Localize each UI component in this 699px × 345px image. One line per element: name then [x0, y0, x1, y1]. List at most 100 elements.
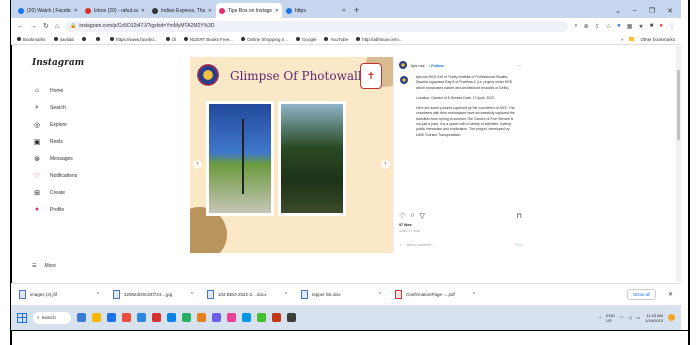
- close-icon[interactable]: ✕: [74, 8, 78, 14]
- browser-tab[interactable]: https ✕: [283, 3, 349, 18]
- wifi-icon[interactable]: ◠: [620, 315, 624, 320]
- bookmark-item[interactable]: [96, 37, 102, 41]
- forward-icon[interactable]: →: [30, 23, 37, 30]
- close-icon[interactable]: ✕: [275, 8, 279, 14]
- close-window-icon[interactable]: ✕: [667, 7, 673, 15]
- profile-avatar-icon[interactable]: ●: [659, 23, 663, 29]
- bookmark-item[interactable]: navitab: [53, 37, 74, 42]
- taskbar-app-icon[interactable]: [212, 313, 221, 322]
- bookmark-icon[interactable]: ★: [638, 23, 643, 30]
- battery-icon[interactable]: ▭: [636, 315, 640, 320]
- sidepanel-icon[interactable]: ■: [650, 23, 654, 29]
- taskbar-app-icon[interactable]: [77, 313, 86, 322]
- taskbar-app-icon[interactable]: [182, 313, 191, 322]
- chevron-right-icon[interactable]: »: [621, 37, 624, 42]
- nav-item-notifications[interactable]: ♡ Notifications: [22, 167, 132, 184]
- nav-item-explore[interactable]: ◎ Explore: [22, 116, 132, 133]
- taskbar-app-icon[interactable]: [242, 313, 251, 322]
- chevron-up-icon[interactable]: ^: [191, 292, 203, 298]
- likes-count[interactable]: 97 likes: [399, 223, 412, 227]
- nav-item-create[interactable]: ⊞ Create: [22, 184, 132, 201]
- new-tab-button[interactable]: +: [350, 3, 363, 18]
- next-arrow-icon[interactable]: ›: [381, 160, 390, 169]
- share-icon[interactable]: ⇪: [595, 23, 600, 30]
- volume-icon[interactable]: ◁: [628, 315, 631, 320]
- bookmark-item[interactable]: http://abhinav.onm...: [356, 37, 403, 42]
- notification-icon[interactable]: [668, 314, 675, 321]
- maximize-icon[interactable]: ❐: [649, 7, 655, 15]
- bookmark-item[interactable]: YouTube: [324, 37, 348, 42]
- close-icon[interactable]: ✕: [208, 8, 212, 14]
- back-icon[interactable]: ←: [17, 23, 24, 30]
- follow-button[interactable]: • Follow: [429, 63, 444, 68]
- taskbar-app-icon[interactable]: [107, 313, 116, 322]
- star-icon[interactable]: ☆: [606, 23, 611, 30]
- chevron-up-icon[interactable]: ^: [599, 315, 601, 320]
- bookmark-item[interactable]: Bookmarks: [17, 37, 46, 42]
- nav-item-home[interactable]: ⌂ Home: [22, 82, 132, 99]
- bookmark-item[interactable]: [82, 37, 88, 41]
- reload-icon[interactable]: ↻: [43, 22, 49, 30]
- browser-tab[interactable]: Inbox (20) - rahul.rahtmud ✕: [82, 3, 148, 18]
- like-icon[interactable]: ♡: [399, 212, 405, 220]
- minimize-icon[interactable]: –: [633, 7, 637, 15]
- share-icon[interactable]: ▽: [420, 212, 425, 220]
- show-all-button[interactable]: Show all: [626, 289, 656, 300]
- chevron-up-icon[interactable]: ^: [473, 292, 485, 298]
- url-field[interactable]: 🔒 instagram.com/p/Co5O12t4TJ/?igshid=YmM…: [65, 20, 569, 32]
- menu-icon[interactable]: ⋮: [669, 23, 675, 30]
- browser-tab[interactable]: (20) Watch | Facebook ✕: [15, 3, 81, 18]
- windows-start-icon[interactable]: [17, 312, 27, 323]
- download-item[interactable]: ConfirmationPage-....pdf ^: [395, 290, 485, 299]
- more-button[interactable]: ☰ More: [32, 263, 56, 269]
- zoom-icon[interactable]: ⊕: [584, 23, 589, 30]
- chevron-up-icon[interactable]: ^: [379, 292, 391, 298]
- taskbar-app-icon[interactable]: [197, 313, 206, 322]
- taskbar-search[interactable]: ⌕ Search: [33, 311, 71, 324]
- extensions-puzzle-icon[interactable]: ▦: [627, 23, 633, 30]
- download-item[interactable]: 329823f40c04f724....jpg ^: [113, 290, 203, 299]
- bookmark-item[interactable]: Google: [295, 37, 316, 42]
- save-icon[interactable]: ⊓: [517, 212, 522, 220]
- other-bookmarks[interactable]: » Other bookmarks: [621, 37, 675, 42]
- avatar[interactable]: [399, 61, 407, 69]
- nav-item-search[interactable]: ⌕ Search: [22, 99, 132, 116]
- nav-item-profile[interactable]: ● Profile: [22, 201, 132, 218]
- instagram-logo[interactable]: Instagram: [32, 58, 132, 68]
- emoji-icon[interactable]: ☺: [399, 243, 403, 247]
- bookmark-item[interactable]: cll: [165, 37, 176, 42]
- nav-item-messages[interactable]: ⊛ Messages: [22, 150, 132, 167]
- language-indicator[interactable]: ENG US: [606, 313, 615, 323]
- post-image[interactable]: Glimpse Of Photowalk ✝ ‹ ›: [190, 57, 393, 253]
- close-icon[interactable]: ✕: [342, 8, 346, 14]
- extension-icon[interactable]: ●: [617, 23, 621, 29]
- home-icon[interactable]: ⌂: [55, 23, 59, 30]
- tab-search-icon[interactable]: ⌄: [615, 7, 621, 15]
- download-item[interactable]: images (3).jfif ^: [19, 290, 109, 299]
- comment-icon[interactable]: ○: [410, 212, 414, 220]
- close-icon[interactable]: ✕: [141, 8, 145, 14]
- bookmark-item[interactable]: https://www.facebo...: [110, 37, 158, 42]
- chevron-up-icon[interactable]: ^: [97, 292, 109, 298]
- taskbar-app-icon[interactable]: [257, 313, 266, 322]
- bookmark-item[interactable]: Online Shopping n...: [241, 37, 288, 42]
- search-icon[interactable]: ⌕: [574, 23, 577, 30]
- chevron-up-icon[interactable]: ^: [285, 292, 297, 298]
- nav-item-reels[interactable]: ▣ Reels: [22, 133, 132, 150]
- caption-avatar[interactable]: [400, 76, 408, 84]
- taskbar-app-icon[interactable]: [272, 313, 281, 322]
- close-icon[interactable]: ✕: [668, 291, 673, 298]
- more-options-icon[interactable]: ⋯: [517, 63, 521, 68]
- add-comment-input[interactable]: Add a comment...: [407, 243, 434, 247]
- taskbar-app-icon[interactable]: [287, 313, 296, 322]
- taskbar-app-icon[interactable]: [227, 313, 236, 322]
- bookmark-item[interactable]: NCERT Books Free...: [183, 37, 233, 42]
- taskbar-app-icon[interactable]: [152, 313, 161, 322]
- prev-arrow-icon[interactable]: ‹: [193, 160, 202, 169]
- taskbar-app-icon[interactable]: [137, 313, 146, 322]
- taskbar-app-icon[interactable]: [92, 313, 101, 322]
- username[interactable]: tips.nss: [411, 63, 425, 68]
- download-item[interactable]: 103 BDO-2022-2....docx ^: [207, 290, 297, 299]
- post-button[interactable]: Post: [515, 243, 522, 247]
- clock[interactable]: 11:23 AM 1/19/2023: [645, 313, 663, 323]
